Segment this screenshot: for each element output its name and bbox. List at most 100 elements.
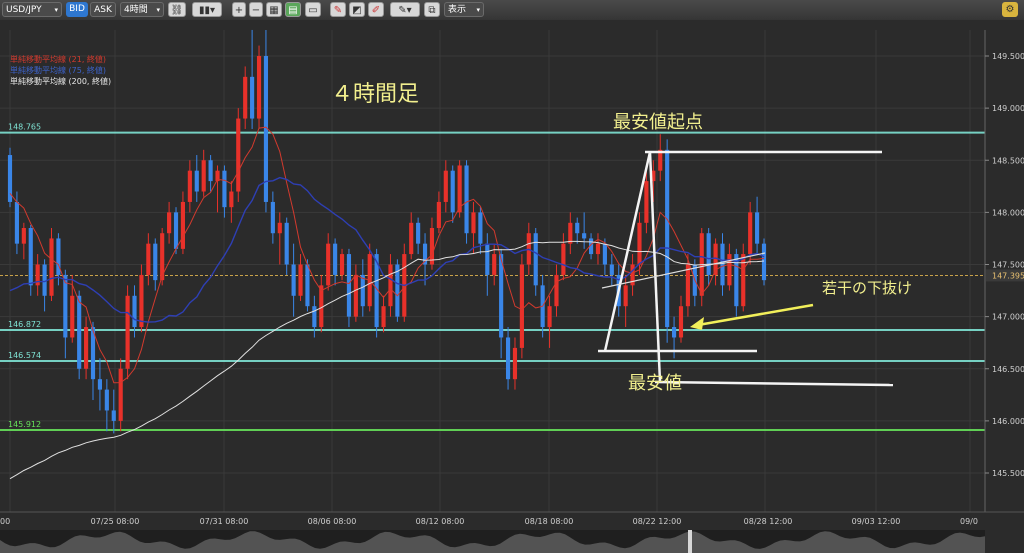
candle-body xyxy=(561,243,566,275)
candle-body xyxy=(28,228,33,286)
candle-body xyxy=(748,212,753,255)
candle-body xyxy=(505,337,511,380)
candle-body xyxy=(284,222,289,265)
candle-body xyxy=(305,264,310,307)
y-tick-label: 147.500 xyxy=(992,261,1024,270)
navigator xyxy=(0,530,985,553)
x-tick-label: 07/25 08:00 xyxy=(91,517,140,526)
candle-body xyxy=(132,295,137,328)
candle-body xyxy=(575,222,580,234)
candle-body xyxy=(49,238,54,296)
candle-body xyxy=(602,243,607,265)
settings-icon[interactable]: ⚙ xyxy=(1002,2,1018,17)
draw-tool-icon[interactable]: ✎▾ xyxy=(390,2,420,17)
y-tick-label: 149.500 xyxy=(992,52,1024,61)
candle-body xyxy=(63,274,68,338)
candle-body xyxy=(104,389,109,411)
candle-body xyxy=(77,295,82,369)
copy-icon[interactable]: ⧉ xyxy=(424,2,440,17)
candle-body xyxy=(111,410,116,421)
slight-break-annotation: 若干の下抜け xyxy=(822,279,913,297)
candle-body xyxy=(326,243,331,286)
candle-body xyxy=(512,347,518,380)
candle-body xyxy=(353,274,358,317)
level-label: 148.765 xyxy=(8,123,41,132)
candle-body xyxy=(14,201,19,244)
y-axis: 149.500 149.000 148.500 148.000 147.500 147.0… xyxy=(985,20,1024,512)
lowest-annotation: 最安値 xyxy=(628,373,682,394)
candle-body xyxy=(609,264,614,275)
candle-body xyxy=(471,212,476,234)
candle-body xyxy=(582,233,587,239)
candle-body xyxy=(554,274,559,307)
candle-body xyxy=(492,254,497,275)
x-tick-label: 08/28 12:00 xyxy=(744,517,793,526)
y-tick-label: 148.000 xyxy=(992,208,1024,217)
candle-body xyxy=(21,228,26,244)
panel-icon[interactable]: ▭ xyxy=(305,2,321,17)
x-tick-label: 07/31 08:00 xyxy=(200,517,249,526)
candle-body xyxy=(727,254,732,286)
chart-type-icon[interactable]: ▮▮▾ xyxy=(192,2,222,17)
candle-body xyxy=(180,201,186,249)
y-tick-label: 146.500 xyxy=(992,365,1024,374)
zoom-out-icon[interactable]: − xyxy=(249,2,263,17)
delete-drawing-icon[interactable]: ✎ xyxy=(330,2,346,17)
timeframe-annotation: ４時間足 xyxy=(331,82,420,107)
hide-drawing-icon[interactable]: ◩ xyxy=(349,2,365,17)
candle-body xyxy=(429,228,435,265)
ask-button[interactable]: ASK xyxy=(90,2,116,17)
candle-body xyxy=(644,181,649,223)
display-menu[interactable]: 表示 ▾ xyxy=(444,2,484,17)
x-tick-label: 08/18 08:00 xyxy=(525,517,574,526)
candle-body xyxy=(125,295,130,369)
candle-body xyxy=(146,243,151,275)
y-tick-label: 147.000 xyxy=(992,313,1024,322)
level-label: 145.912 xyxy=(8,420,41,429)
candle-body xyxy=(637,222,642,265)
x-tick-label: 09/0 xyxy=(960,517,978,526)
timeframe-select[interactable]: 4時間 ▾ xyxy=(120,2,164,17)
candle-body xyxy=(519,264,524,348)
candle-body xyxy=(665,149,670,328)
x-tick-label: 08/06 08:00 xyxy=(308,517,357,526)
candle-body xyxy=(277,222,282,234)
x-tick-label: 09/03 12:00 xyxy=(852,517,901,526)
auto-scale-icon[interactable]: ▤ xyxy=(285,2,301,17)
y-tick-label: 145.500 xyxy=(992,469,1024,478)
navigator-handle xyxy=(688,530,692,553)
zoom-in-icon[interactable]: + xyxy=(232,2,246,17)
lock-drawing-icon[interactable]: ✐ xyxy=(368,2,384,17)
candle-body xyxy=(388,264,393,307)
candle-body xyxy=(678,306,684,338)
candle-body xyxy=(97,379,103,390)
candle-body xyxy=(409,222,414,255)
candle-body xyxy=(42,264,47,296)
candle-body xyxy=(499,254,504,338)
x-tick-label: 08/22 12:00 xyxy=(633,517,682,526)
grid-icon[interactable]: ▦ xyxy=(266,2,282,17)
legend-sma200: 単純移動平均線 (200, 終値) xyxy=(10,77,112,86)
candle-body xyxy=(547,306,552,328)
candle-body xyxy=(346,254,352,317)
candle-body xyxy=(153,243,158,281)
y-tick-label: 148.500 xyxy=(992,156,1024,165)
candle-body xyxy=(208,160,213,182)
candle-body xyxy=(443,170,448,202)
candle-body xyxy=(139,274,144,328)
candle-body xyxy=(256,56,262,119)
candle-body xyxy=(250,76,255,119)
symbol-select[interactable]: USD/JPY ▾ xyxy=(2,2,62,17)
level-label: 146.574 xyxy=(8,351,41,360)
bid-button[interactable]: BID xyxy=(66,2,88,17)
candle-body xyxy=(70,295,75,338)
legend-sma-blue: 単純移動平均線 (75, 終値) xyxy=(10,66,107,75)
x-tick-label: 08/12 08:00 xyxy=(416,517,465,526)
link-icon[interactable]: ⛓ xyxy=(168,2,186,17)
candle-body xyxy=(671,327,677,338)
candle-body xyxy=(755,212,760,244)
legend-sma21: 単純移動平均線 (21, 終値) xyxy=(10,55,107,64)
candle-body xyxy=(485,243,490,275)
candle-body xyxy=(478,212,483,244)
candle-body xyxy=(685,264,690,307)
